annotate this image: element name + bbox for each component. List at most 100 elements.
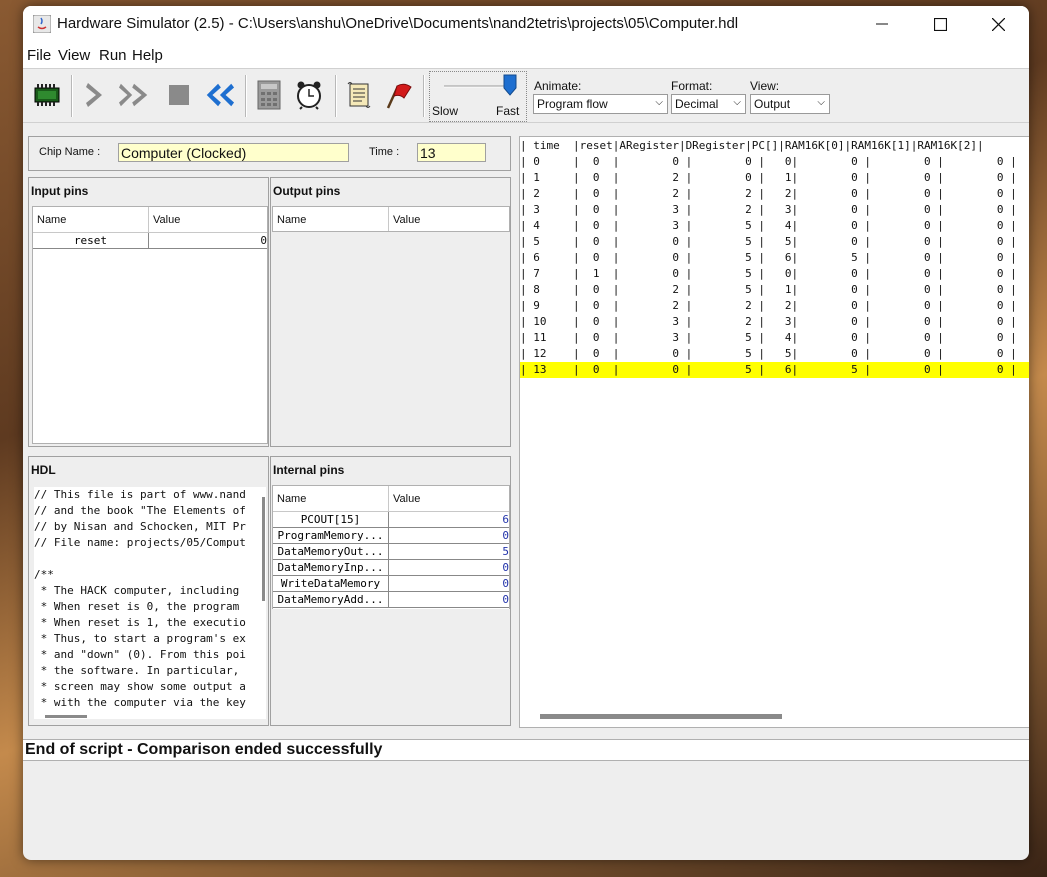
menu-file[interactable]: File [27,47,51,64]
hdl-line [34,551,266,567]
table-row[interactable]: DataMemoryAdd... 0 [273,592,509,608]
output-horizontal-scrollbar[interactable] [540,714,782,719]
animate-label: Animate: [534,79,582,93]
pin-value[interactable]: 0 [149,233,267,249]
minimize-icon [876,23,888,25]
table-row[interactable]: WriteDataMemory 0 [273,576,509,592]
hdl-line: /** [34,568,54,581]
scroll-icon [347,82,371,108]
output-row: | 8 | 0 | 2 | 5 | 1| 0 | 0 | 0 | [520,283,1017,296]
output-row: | 5 | 0 | 0 | 5 | 5| 0 | 0 | 0 | [520,235,1017,248]
view-select-value: Output [754,97,791,111]
chevron-down-icon: ⌵ [733,97,741,108]
pin-name: DataMemoryAdd... [273,592,389,608]
output-row-highlighted: | 13 | 0 | 0 | 5 | 6| 5 | 0 | 0 | [520,362,1029,378]
output-row: | 0 | 0 | 0 | 0 | 0| 0 | 0 | 0 | [520,155,1017,168]
pin-value: 0 [389,560,509,576]
hdl-line: * screen may show some output a [34,680,246,693]
menu-run[interactable]: Run [99,47,127,64]
title-bar: Hardware Simulator (2.5) - C:\Users\ansh… [23,6,1029,42]
breakpoints-button[interactable] [383,79,415,111]
view-select[interactable]: Output ⌵ [750,94,830,114]
stop-icon [169,85,189,105]
clock-button[interactable] [293,79,325,111]
chip-name-panel: Chip Name : Computer (Clocked) Time : 13 [28,136,511,171]
output-row: | 12 | 0 | 0 | 5 | 5| 0 | 0 | 0 | [520,347,1017,360]
java-app-icon [33,15,51,33]
output-row: | 10 | 0 | 3 | 2 | 3| 0 | 0 | 0 | [520,315,1017,328]
hdl-line: * Thus, to start a program's ex [34,632,246,645]
view-label: View: [750,79,780,93]
table-row[interactable]: ProgramMemory... 0 [273,528,509,544]
table-row[interactable]: PCOUT[15] 6 [273,512,509,528]
output-table[interactable]: | time |reset|ARegister|DRegister|PC[]|R… [519,136,1029,728]
output-pins-col-value: Value [389,207,509,231]
internal-pins-col-value: Value [389,486,509,512]
output-row: | 2 | 0 | 2 | 2 | 2| 0 | 0 | 0 | [520,187,1017,200]
internal-pins-title: Internal pins [273,463,345,477]
toolbar: Slow Fast Animate: Program flow ⌵ Format… [23,69,1029,123]
chip-name-label: Chip Name : [39,146,101,158]
pin-value: 0 [389,528,509,544]
menu-help[interactable]: Help [132,47,163,64]
calculator-icon [257,80,281,110]
step-icon [86,83,102,107]
input-pins-table: Name Value reset 0 [32,206,268,444]
pin-value: 6 [389,512,509,528]
input-pins-title: Input pins [31,184,89,198]
single-step-button[interactable] [79,79,111,111]
minimize-button[interactable] [853,6,911,42]
pin-name: PCOUT[15] [273,512,389,528]
output-row: | 4 | 0 | 3 | 5 | 4| 0 | 0 | 0 | [520,219,1017,232]
run-button[interactable] [119,79,151,111]
input-pins-col-value: Value [149,207,267,233]
hdl-line: // and the book "The Elements of [34,504,246,517]
rewind-icon [206,83,235,107]
output-pins-table: Name Value [272,206,510,232]
output-pins-title: Output pins [273,184,341,198]
chevron-down-icon: ⌵ [817,97,825,108]
menu-view[interactable]: View [58,47,90,64]
input-pins-panel: Input pins Name Value reset 0 [28,177,269,447]
format-select[interactable]: Decimal ⌵ [671,94,746,114]
reset-button[interactable] [203,79,235,111]
chip-icon [34,84,60,106]
alarm-clock-icon [297,81,321,110]
hdl-panel: HDL // This file is part of www.nand // a… [28,456,269,726]
table-row[interactable]: DataMemoryOut... 5 [273,544,509,560]
close-button[interactable] [969,6,1027,42]
output-row: | 7 | 1 | 0 | 5 | 0| 0 | 0 | 0 | [520,267,1017,280]
speed-slider[interactable]: Slow Fast [429,71,527,122]
hdl-line: * and "down" (0). From this poi [34,648,246,661]
output-row: | 6 | 0 | 0 | 5 | 6| 5 | 0 | 0 | [520,251,1017,264]
hdl-vertical-scrollbar[interactable] [262,497,265,601]
script-button[interactable] [343,79,375,111]
animate-select[interactable]: Program flow ⌵ [533,94,668,114]
maximize-button[interactable] [911,6,969,42]
load-chip-button[interactable] [31,79,63,111]
hdl-line: * When reset is 1, the executio [34,616,246,629]
output-row: | 9 | 0 | 2 | 2 | 2| 0 | 0 | 0 | [520,299,1017,312]
hdl-line: // File name: projects/05/Comput [34,536,246,549]
stop-button[interactable] [163,79,195,111]
speed-slider-thumb[interactable] [503,74,517,96]
animate-select-value: Program flow [537,97,608,111]
close-icon [991,17,1005,31]
window-title: Hardware Simulator (2.5) - C:\Users\ansh… [57,15,739,32]
output-pins-panel: Output pins Name Value [270,177,511,447]
table-row[interactable]: DataMemoryInp... 0 [273,560,509,576]
output-header: | time |reset|ARegister|DRegister|PC[]|R… [520,139,984,152]
hdl-line: // by Nisan and Schocken, MIT Pr [34,520,246,533]
chevron-down-icon: ⌵ [655,97,663,108]
fast-forward-icon [119,83,148,107]
pin-name: DataMemoryInp... [273,560,389,576]
table-row[interactable]: reset 0 [33,233,267,249]
pin-value: 5 [389,544,509,560]
internal-pins-table: Name Value PCOUT[15] 6 ProgramMemory... 0 … [272,485,510,609]
hdl-source-text[interactable]: // This file is part of www.nand // and t… [34,487,266,719]
hdl-line: // This file is part of www.nand [34,488,246,501]
pin-name: DataMemoryOut... [273,544,389,560]
hdl-horizontal-scrollbar[interactable] [45,715,87,718]
eval-button[interactable] [253,79,285,111]
time-field: 13 [417,143,486,162]
